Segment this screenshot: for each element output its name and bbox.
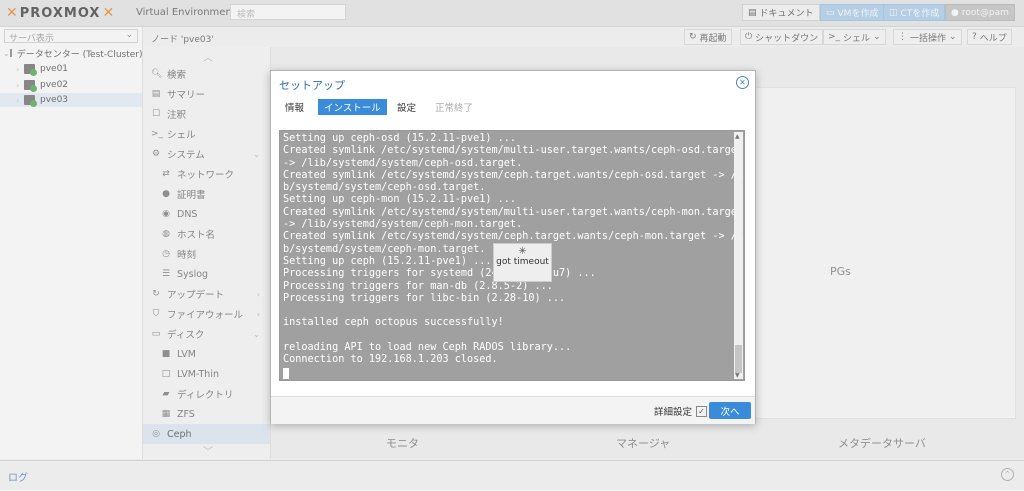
dialog-footer: 詳細設定 ✓ 次へ [271,396,755,424]
terminal-line: -> /lib/systemd/system/ceph-osd.target. [283,157,523,169]
tab-label: 設定 [397,103,417,114]
close-icon[interactable]: ✕ [736,76,749,89]
loading-mask: ✳ got timeout [493,243,552,282]
dialog-title: セットアップ [279,79,345,92]
tab-label: 正常終了 [435,103,474,114]
tab-success[interactable]: 正常終了 [429,99,479,115]
terminal-cursor-line [283,367,744,379]
terminal-line: Created symlink /etc/systemd/system/mult… [283,206,744,218]
scroll-up-icon[interactable]: ▲ [735,133,740,140]
terminal-line: Connection to 192.168.1.203 closed. [283,354,498,366]
next-button[interactable]: 次へ [709,402,751,419]
terminal-line: Setting up ceph-osd (15.2.11-pve1) ... [283,133,517,144]
terminal-line: installed ceph octopus successfully! [283,317,504,329]
tab-label: 情報 [285,103,305,114]
loading-text: got timeout [496,257,549,267]
advanced-checkbox[interactable]: ✓ [696,405,708,417]
terminal-line: Created symlink /etc/systemd/system/ceph… [283,169,745,181]
terminal-line: -> /lib/systemd/system/ceph-mon.target. [283,219,523,231]
scroll-down-icon[interactable]: ▼ [735,372,740,379]
terminal-line: reloading API to load new Ceph RADOS lib… [283,342,572,354]
terminal-line: Created symlink /etc/systemd/system/mult… [283,145,744,157]
advanced-option[interactable]: 詳細設定 ✓ [654,404,708,418]
spinner-icon: ✳ [518,246,527,257]
terminal-line: Created symlink /etc/systemd/system/ceph… [283,231,745,243]
scrollbar-thumb[interactable] [735,345,742,373]
advanced-label: 詳細設定 [654,407,693,418]
terminal-line: Processing triggers for man-db (2.8.5-2)… [283,280,553,292]
terminal-scrollbar[interactable]: ▲ ▼ [734,132,743,379]
terminal-cursor [283,367,289,379]
terminal-line: Setting up ceph-mon (15.2.11-pve1) ... [283,194,517,206]
setup-dialog: セットアップ ✕ 情報 インストール 設定 正常終了 Setting up ce… [270,70,756,424]
tab-info[interactable]: 情報 [279,99,310,115]
install-terminal[interactable]: Setting up ceph-osd (15.2.11-pve1) ... Cr… [279,130,745,381]
terminal-line: Processing triggers for libc-bin (2.28-1… [283,292,566,304]
tab-install[interactable]: インストール [318,99,387,115]
tab-config[interactable]: 設定 [391,99,422,115]
tab-label: インストール [324,103,381,114]
terminal-line: b/systemd/system/ceph-osd.target. [283,182,486,194]
